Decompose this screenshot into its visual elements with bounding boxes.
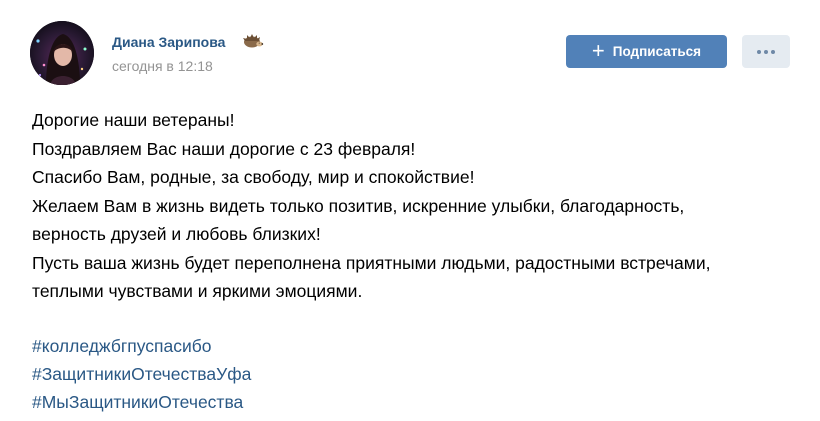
post-time[interactable]: сегодня в 12:18 <box>112 58 213 74</box>
post-text-line: Желаем Вам в жизнь видеть только позитив… <box>32 195 685 216</box>
more-button[interactable] <box>742 35 790 68</box>
subscribe-label: Подписаться <box>612 44 702 59</box>
post-text-line: Дорогие наши ветераны! <box>32 110 235 130</box>
post-text-line: теплыми чувствами и яркими эмоциями. <box>32 281 363 301</box>
post-text: Дорогие наши ветераны! Поздравляем Вас н… <box>32 106 802 306</box>
avatar[interactable] <box>30 21 94 85</box>
post-text-line: Спасибо Вам, родные, за свободу, мир и с… <box>32 167 475 187</box>
plus-icon: + <box>591 37 605 63</box>
post-text-line: Поздравляем Вас наши дорогие с 23 феврал… <box>32 138 416 159</box>
post-text-line: Пусть ваша жизнь будет переполнена прият… <box>32 252 711 273</box>
more-dots-icon <box>757 49 775 54</box>
subscribe-button[interactable]: + Подписаться <box>566 35 727 68</box>
post-text-line: верность друзей и любовь близких! <box>32 224 321 244</box>
avatar-image <box>30 21 94 85</box>
hashtag-link[interactable]: #МыЗащитникиОтечества <box>32 388 251 416</box>
hedgehog-icon <box>243 34 264 48</box>
hashtag-link[interactable]: #колледжбгпуспасибо <box>32 332 251 360</box>
hashtag-list: #колледжбгпуспасибо #ЗащитникиОтечестваУ… <box>32 332 251 417</box>
author-name[interactable]: Диана Зарипова <box>112 34 225 50</box>
wall-post: Диана Зарипова сегодня в 12:18 + Подписа… <box>0 0 820 421</box>
hashtag-link[interactable]: #ЗащитникиОтечестваУфа <box>32 360 251 388</box>
